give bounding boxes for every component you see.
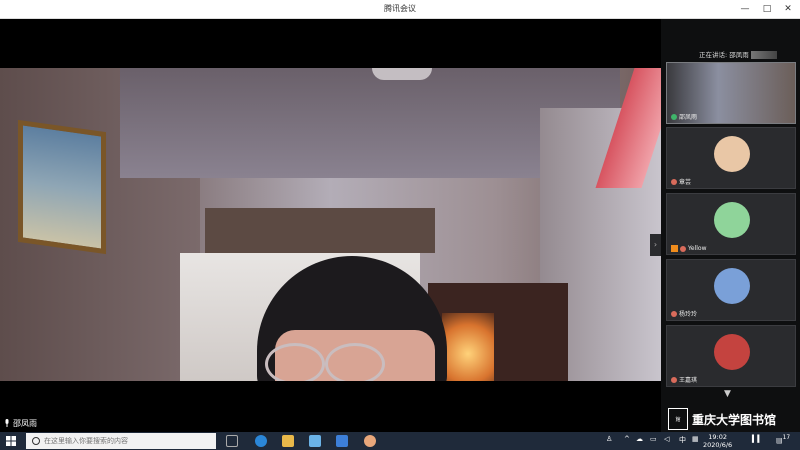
windows-start-icon[interactable] [6,436,16,446]
participant-name-row: 邵凤雨 [671,112,697,121]
minimize-button[interactable]: — [738,2,752,16]
video-light [442,313,494,381]
participant-name-row: 杨玲玲 [671,309,697,318]
task-view-icon[interactable] [226,435,238,447]
speaker-name: 邵凤雨 [13,419,37,428]
title-bar: 腾讯会议 — □ ✕ [0,0,800,19]
windows-taskbar: ♙ ^ ☁ ▭ ◁ 中 ▦ 19:02 2020/6/6 ▍▍ ▤17 [0,432,800,450]
mic-icon [671,310,677,317]
participant-name-row: Yellow [671,245,706,252]
scroll-down-icon[interactable]: ▼ [724,389,731,399]
ime-settings-icon[interactable]: ▦ [692,435,699,443]
microphone-icon [4,418,10,429]
main-video[interactable] [0,68,661,381]
video-shelf [205,208,435,253]
watermark-text: 重庆大学图书馆 [692,412,777,427]
share-icon [671,245,678,252]
volume-icon[interactable]: ◁ [664,435,669,443]
video-glasses-left [265,343,325,381]
file-explorer-icon[interactable] [282,435,294,447]
mic-icon [671,113,677,120]
redacted-block [750,51,777,59]
participant-tile[interactable]: Yellow [666,193,796,255]
system-clock[interactable]: 19:02 2020/6/6 [703,433,732,449]
participant-tile[interactable]: 邵凤雨 [666,62,796,124]
video-lamp [372,68,432,80]
chat-app-icon[interactable] [364,435,376,447]
now-speaking-text: 正在讲话: 邵凤雨 [699,51,749,59]
main-stage: › [0,19,661,432]
mic-icon [671,376,677,383]
participant-name: 章芸 [679,179,692,186]
video-painting [18,119,106,255]
panel-collapse-button[interactable]: › [650,234,661,256]
mic-icon [680,245,686,252]
clock-date: 2020/6/6 [703,441,733,449]
video-glasses-right [325,343,385,381]
search-input[interactable] [44,437,204,445]
participant-name: 邵凤雨 [679,114,698,121]
close-button[interactable]: ✕ [781,2,795,16]
taskbar-search[interactable] [26,433,216,449]
library-seal-logo: 館 [668,408,688,430]
avatar [714,136,750,172]
maximize-button[interactable]: □ [760,2,774,16]
cloud-icon[interactable]: ☁ [636,435,643,443]
notification-icon[interactable]: ▤17 [776,435,790,444]
active-speaker-label: 邵凤雨 [4,418,37,429]
cortana-icon [32,437,40,445]
store-icon[interactable] [309,435,321,447]
window-title: 腾讯会议 [384,4,416,13]
participant-name: Yellow [688,245,707,252]
tray-chevron-icon[interactable]: ^ [624,435,630,443]
participant-name-row: 章芸 [671,177,691,186]
notification-count: 17 [782,435,791,441]
clock-time: 19:02 [708,433,727,441]
library-watermark: 館 重庆大学图书馆 [668,408,776,430]
edge-icon[interactable] [255,435,267,447]
participant-tile[interactable]: 杨玲玲 [666,259,796,321]
avatar [714,334,750,370]
participant-name: 杨玲玲 [679,311,698,318]
participant-tile[interactable]: 章芸 [666,127,796,189]
avatar [714,202,750,238]
participant-name-row: 王嘉琪 [671,375,697,384]
participant-panel: 正在讲话: 邵凤雨 邵凤雨 章芸 Yellow 杨玲玲 王嘉琪 ▼ [661,19,800,432]
avatar [714,268,750,304]
tencent-meeting-icon[interactable] [336,435,348,447]
now-speaking-label: 正在讲话: 邵凤雨 [699,49,777,59]
mic-icon [671,178,677,185]
participant-tile[interactable]: 王嘉琪 [666,325,796,387]
participant-name: 王嘉琪 [679,377,698,384]
network-icon[interactable]: ▭ [650,435,657,443]
people-icon[interactable]: ♙ [606,435,612,443]
ime-indicator[interactable]: 中 [679,435,686,445]
windows-ink-icon[interactable]: ▍▍ [752,435,763,443]
